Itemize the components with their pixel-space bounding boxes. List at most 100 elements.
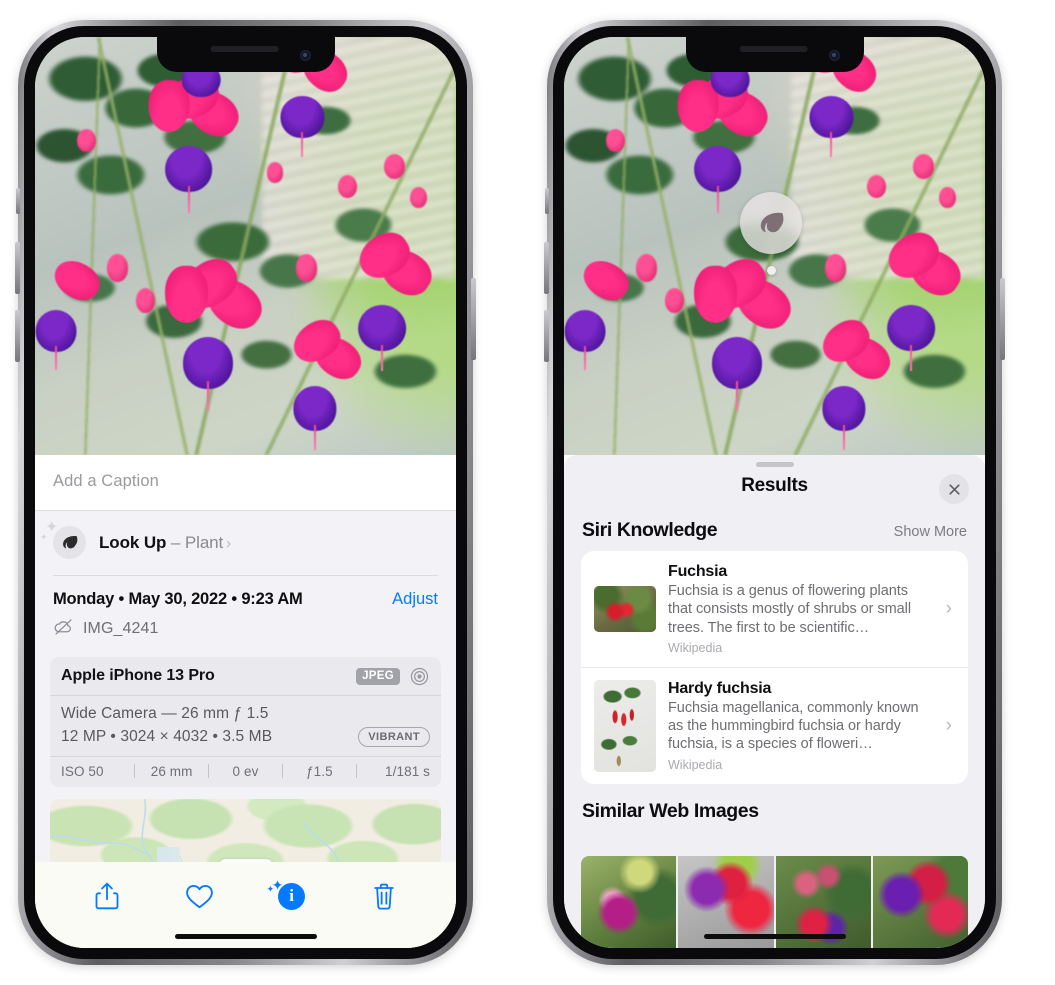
power-button[interactable] [1000,278,1005,360]
sparkle-icon: ✦ [266,884,275,894]
siri-knowledge-card: Fuchsia Fuchsia is a genus of flowering … [581,551,968,784]
volume-up-button[interactable] [544,242,549,294]
chevron-right-icon: › [945,597,952,619]
flower-bud [867,174,887,198]
aperture-icon [409,666,430,687]
knowledge-row[interactable]: Fuchsia Fuchsia is a genus of flowering … [581,551,968,667]
knowledge-source: Wikipedia [668,640,723,655]
flower-bud [606,128,626,152]
flower-bud [338,174,358,198]
lens-info: Wide Camera — 26 mm ƒ 1.5 [61,704,269,722]
visual-lookup-anchor-dot [767,266,776,275]
bloom [275,312,369,450]
bloom [564,253,635,370]
silent-switch[interactable] [545,188,549,214]
photo-filename: IMG_4241 [83,619,159,637]
knowledge-description: Fuchsia is a genus of flowering plants t… [668,583,912,636]
knowledge-title: Hardy fuchsia [668,679,772,697]
similar-web-images-header: Similar Web Images [564,784,985,832]
caption-field[interactable]: Add a Caption [35,455,456,511]
exif-badges: JPEG [356,666,430,687]
front-camera [299,50,311,61]
chevron-right-icon: › [945,714,952,736]
flower-bud [409,187,427,209]
exif-card[interactable]: Apple iPhone 13 Pro JPEG Wide Camera — 2… [50,656,441,787]
knowledge-source: Wikipedia [668,757,723,772]
iphone-right: Results Siri Knowledge Show More Fuchsia… [544,20,1005,965]
exif-stat-aperture: ƒ1.5 [306,763,333,779]
home-indicator[interactable] [703,933,846,939]
screen-left: Add a Caption ✦ ✦ Look Up – Plant › Mond… [35,37,456,948]
volume-down-button[interactable] [15,310,20,362]
bloom [144,67,246,213]
look-up-row[interactable]: ✦ ✦ Look Up – Plant › [35,511,456,575]
flower-bud [136,287,155,313]
volume-up-button[interactable] [15,242,20,294]
photo-viewer[interactable] [564,37,985,455]
exif-stat-focal: 26 mm [150,763,193,779]
volume-down-button[interactable] [544,310,549,362]
screen-right: Results Siri Knowledge Show More Fuchsia… [564,37,985,948]
web-image-thumbnail[interactable] [581,856,677,948]
flower-bud [665,287,684,313]
caption-placeholder: Add a Caption [53,472,159,490]
iphone-left: Add a Caption ✦ ✦ Look Up – Plant › Mond… [15,20,476,965]
look-up-icon-wrap: ✦ ✦ [40,520,86,559]
knowledge-thumbnail [594,679,656,772]
bloom [673,67,775,213]
silent-switch[interactable] [16,188,20,214]
device-bezel: Add a Caption ✦ ✦ Look Up – Plant › Mond… [24,26,467,959]
bloom [262,37,355,157]
photo-viewer[interactable] [35,37,456,455]
exif-stat-shutter: 1/181 s [385,763,431,779]
knowledge-body: Hardy fuchsia Fuchsia magellanica, commo… [668,680,934,772]
file-format-badge: JPEG [356,667,400,685]
exif-body: Wide Camera — 26 mm ƒ 1.5 12 MP • 3024 ×… [50,696,441,757]
blooms-layer [35,37,456,455]
photo-info-sheet: Add a Caption ✦ ✦ Look Up – Plant › Mond… [35,455,456,948]
trash-icon[interactable] [361,876,407,916]
close-icon[interactable] [939,474,969,504]
bloom [338,224,440,372]
photo-datetime: Monday • May 30, 2022 • 9:23 AM [53,589,303,608]
flower-bud [825,254,847,282]
knowledge-body: Fuchsia Fuchsia is a genus of flowering … [668,563,934,655]
image-specs: 12 MP • 3024 × 4032 • 3.5 MB [61,727,273,745]
visual-lookup-leaf-icon[interactable] [740,192,802,254]
bloom [35,253,106,370]
power-button[interactable] [471,278,476,360]
cloud-slash-icon [53,616,74,642]
results-title: Results [741,475,808,496]
results-header: Results [564,455,985,511]
photographic-style-badge: VIBRANT [358,726,430,747]
flower-bud [384,154,406,180]
share-icon[interactable] [84,876,130,916]
web-image-thumbnail[interactable] [872,856,968,948]
chevron-right-icon: › [226,534,232,552]
section-title: Siri Knowledge [582,519,718,541]
flower-bud [635,254,657,282]
flower-bud [266,162,284,184]
knowledge-row[interactable]: Hardy fuchsia Fuchsia magellanica, commo… [581,666,968,784]
bloom [690,250,799,411]
notch [156,37,335,72]
knowledge-title: Fuchsia [668,563,728,580]
adjust-button[interactable]: Adjust [392,590,438,609]
home-indicator[interactable] [174,933,317,939]
show-more-button[interactable]: Show More [894,524,967,540]
bloom [161,250,270,411]
heart-icon[interactable] [176,876,222,916]
info-icon[interactable]: ✦ ✦ i [266,876,315,916]
front-camera [828,50,840,61]
flower-bud [77,128,97,152]
flower-bud [296,254,318,282]
sparkle-icon: ✦ [40,532,48,542]
earpiece-speaker [210,46,279,52]
exif-stat-exposure: 0 ev [232,763,259,779]
screenshot-stage: Add a Caption ✦ ✦ Look Up – Plant › Mond… [0,0,1055,985]
look-up-label: Look Up – Plant › [99,532,232,552]
exif-stat-iso: ISO 50 [61,763,104,779]
exif-specs-row: 12 MP • 3024 × 4032 • 3.5 MB VIBRANT [61,726,430,747]
bloom [804,312,898,450]
flower-bud [938,187,956,209]
